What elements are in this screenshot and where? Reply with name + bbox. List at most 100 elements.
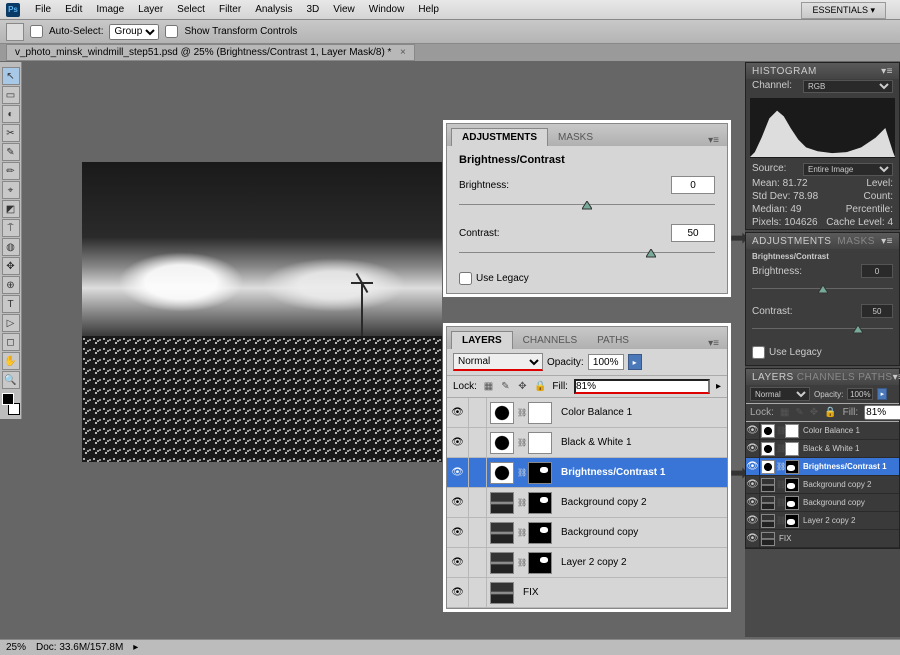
marquee-tool[interactable]: ▭: [2, 86, 20, 104]
layer-row[interactable]: 👁⛓Background copy: [447, 518, 727, 548]
menu-file[interactable]: File: [28, 2, 58, 17]
layer-row[interactable]: 👁⛓Black & White 1: [447, 428, 727, 458]
show-transform-check[interactable]: [165, 25, 178, 38]
layer-thumb[interactable]: [761, 424, 775, 438]
visibility-eye-icon[interactable]: 👁: [746, 494, 760, 511]
panel-menu-icon[interactable]: ▾≡: [704, 135, 723, 146]
type-tool[interactable]: T: [2, 295, 20, 313]
layer-row[interactable]: 👁⛓Background copy 2: [746, 476, 899, 494]
tab-channels-mini[interactable]: CHANNELS: [797, 372, 855, 383]
lock-all-icon[interactable]: 🔒: [534, 380, 546, 394]
visibility-eye-icon[interactable]: 👁: [746, 512, 760, 529]
contrast-slider-mini[interactable]: [752, 322, 893, 336]
menu-help[interactable]: Help: [411, 2, 446, 17]
autoselect-target[interactable]: Group: [109, 24, 159, 40]
layer-thumb[interactable]: [490, 402, 514, 424]
lock-pixels-icon[interactable]: ✎: [500, 380, 511, 394]
visibility-eye-icon[interactable]: 👁: [447, 578, 469, 607]
autoselect-check[interactable]: [30, 25, 43, 38]
layer-row[interactable]: 👁⛓Black & White 1: [746, 440, 899, 458]
brightness-slider-mini[interactable]: [752, 282, 893, 296]
layer-row[interactable]: 👁⛓Color Balance 1: [746, 422, 899, 440]
layer-mask-thumb[interactable]: [785, 478, 799, 492]
menu-edit[interactable]: Edit: [58, 2, 89, 17]
visibility-eye-icon[interactable]: 👁: [746, 458, 760, 475]
brightness-input-mini[interactable]: [861, 264, 893, 278]
layer-mask-thumb[interactable]: [785, 496, 799, 510]
channel-select[interactable]: RGB: [803, 80, 893, 93]
workspace-switcher[interactable]: ESSENTIALS ▾: [801, 2, 886, 19]
tab-adjustments-mini[interactable]: ADJUSTMENTS: [752, 236, 831, 247]
visibility-eye-icon[interactable]: 👁: [746, 530, 760, 547]
menu-image[interactable]: Image: [89, 2, 131, 17]
layer-name[interactable]: Background copy: [800, 498, 865, 507]
layer-thumb[interactable]: [761, 496, 775, 510]
hand-tool[interactable]: ✋: [2, 352, 20, 370]
panel-menu-icon[interactable]: ▾≡: [704, 338, 723, 349]
visibility-eye-icon[interactable]: 👁: [746, 476, 760, 493]
layer-name[interactable]: Background copy: [555, 527, 638, 538]
layer-name[interactable]: Brightness/Contrast 1: [555, 467, 665, 478]
tab-paths-mini[interactable]: PATHS: [858, 372, 892, 383]
layer-mask-thumb[interactable]: [785, 424, 799, 438]
layer-thumb[interactable]: [761, 442, 775, 456]
fill-input-mini[interactable]: [864, 405, 900, 420]
visibility-eye-icon[interactable]: 👁: [447, 428, 469, 457]
source-select[interactable]: Entire Image: [803, 163, 893, 176]
crop-tool[interactable]: ✂: [2, 124, 20, 142]
layer-name[interactable]: FIX: [517, 587, 539, 598]
layer-row[interactable]: 👁⛓Background copy: [746, 494, 899, 512]
layer-row[interactable]: 👁FIX: [746, 530, 899, 548]
path-tool[interactable]: ▷: [2, 314, 20, 332]
panel-menu-icon[interactable]: ▾≡: [881, 66, 893, 77]
color-swatches[interactable]: [2, 393, 20, 415]
dodge-tool[interactable]: ⊕: [2, 276, 20, 294]
visibility-eye-icon[interactable]: 👁: [746, 422, 760, 439]
layer-mask-thumb[interactable]: [528, 522, 552, 544]
healing-tool[interactable]: ⌖: [2, 181, 20, 199]
tab-masks-mini[interactable]: MASKS: [837, 236, 875, 247]
visibility-eye-icon[interactable]: 👁: [447, 488, 469, 517]
menu-window[interactable]: Window: [362, 2, 412, 17]
gradient-tool[interactable]: ◩: [2, 200, 20, 218]
document-canvas[interactable]: [82, 162, 442, 462]
brush-tool[interactable]: ✏: [2, 162, 20, 180]
menu-select[interactable]: Select: [170, 2, 212, 17]
menu-layer[interactable]: Layer: [131, 2, 170, 17]
blend-mode-select[interactable]: Normal: [453, 353, 543, 371]
menu-analysis[interactable]: Analysis: [248, 2, 299, 17]
layer-thumb[interactable]: [761, 460, 775, 474]
layer-mask-thumb[interactable]: [528, 402, 552, 424]
menu-view[interactable]: View: [326, 2, 362, 17]
layer-row[interactable]: 👁⛓Brightness/Contrast 1: [746, 458, 899, 476]
panel-menu-icon[interactable]: ▾≡: [893, 372, 900, 383]
opacity-arrow[interactable]: ▸: [628, 354, 642, 370]
document-tab[interactable]: v_photo_minsk_windmill_step51.psd @ 25% …: [6, 44, 415, 61]
use-legacy-check[interactable]: [459, 272, 472, 285]
use-legacy-check-mini[interactable]: [752, 346, 765, 359]
layer-name[interactable]: Black & White 1: [555, 437, 632, 448]
layer-name[interactable]: Black & White 1: [800, 444, 859, 453]
layer-row[interactable]: 👁⛓Layer 2 copy 2: [746, 512, 899, 530]
opacity-input[interactable]: [588, 354, 624, 370]
statusbar-arrow-icon[interactable]: ▸: [133, 642, 138, 653]
layer-thumb[interactable]: [490, 552, 514, 574]
brightness-slider[interactable]: [459, 198, 715, 212]
lock-position-icon[interactable]: ✥: [517, 380, 528, 394]
layer-row[interactable]: 👁 FIX: [447, 578, 727, 608]
visibility-eye-icon[interactable]: 👁: [447, 398, 469, 427]
zoom-tool[interactable]: 🔍: [2, 371, 20, 389]
layer-mask-thumb[interactable]: [785, 442, 799, 456]
opacity-arrow-mini[interactable]: ▸: [877, 388, 887, 400]
layer-thumb[interactable]: [490, 582, 514, 604]
layer-name[interactable]: Background copy 2: [800, 480, 872, 489]
contrast-input[interactable]: [671, 224, 715, 242]
eraser-tool[interactable]: ◍: [2, 238, 20, 256]
visibility-eye-icon[interactable]: 👁: [746, 440, 760, 457]
layer-thumb[interactable]: [761, 478, 775, 492]
layer-thumb[interactable]: [490, 462, 514, 484]
blur-tool[interactable]: ✥: [2, 257, 20, 275]
layer-mask-thumb[interactable]: [528, 552, 552, 574]
close-tab-icon[interactable]: ×: [400, 47, 406, 58]
brightness-input[interactable]: [671, 176, 715, 194]
